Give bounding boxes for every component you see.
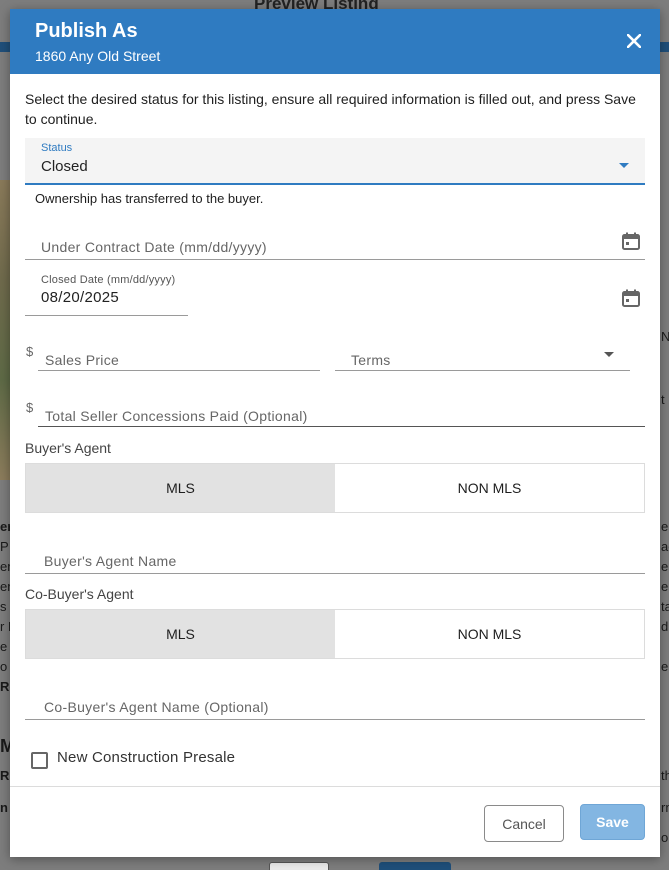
save-button[interactable]: Save [580,804,645,840]
background-text: e [661,559,669,574]
background-text: e [661,659,669,674]
background-button [379,862,451,870]
status-value: Closed [41,158,88,175]
terms-select[interactable]: Terms [335,336,630,371]
sales-price-input[interactable]: Sales Price [38,336,320,371]
background-text: R [0,768,10,783]
background-text: o [0,659,8,674]
buyers-agent-name-input[interactable]: Buyer's Agent Name [25,539,645,574]
terms-placeholder: Terms [351,352,391,368]
buyers-agent-toggle: MLS NON MLS [25,463,645,513]
background-text: d [661,619,669,634]
chevron-down-icon [604,352,614,357]
dialog-instructions: Select the desired status for this listi… [25,91,636,127]
closed-date-label: Closed Date (mm/dd/yyyy) [41,274,176,286]
closed-date-value: 08/20/2025 [41,289,120,306]
dialog-header: Publish As 1860 Any Old Street [10,9,660,74]
background-text: th [661,768,669,783]
co-buyers-agent-name-placeholder: Co-Buyer's Agent Name (Optional) [44,699,269,715]
background-text: er [661,519,669,534]
background-text: ac [661,539,669,554]
background-text: P [0,539,9,554]
close-icon [626,33,642,49]
footer-divider [10,786,660,787]
currency-symbol: $ [26,400,34,415]
background-text: N [661,329,669,344]
sales-price-placeholder: Sales Price [45,352,120,368]
close-button[interactable] [622,29,646,53]
co-buyers-agent-toggle: MLS NON MLS [25,609,645,659]
buyers-agent-name-placeholder: Buyer's Agent Name [44,553,177,569]
status-select[interactable]: Status Closed [25,138,645,185]
co-buyers-agent-non-mls-option[interactable]: NON MLS [335,610,644,658]
buyers-agent-non-mls-option[interactable]: NON MLS [335,464,644,512]
cancel-button[interactable]: Cancel [484,805,564,842]
seller-concessions-input[interactable]: Total Seller Concessions Paid (Optional) [38,392,645,427]
publish-as-dialog: Publish As 1860 Any Old Street Select th… [10,9,660,857]
status-label: Status [41,142,73,154]
buyers-agent-label: Buyer's Agent [25,440,111,456]
status-helper-text: Ownership has transferred to the buyer. [35,191,264,206]
dialog-subtitle: 1860 Any Old Street [35,48,161,64]
dialog-title: Publish As [35,20,138,42]
calendar-icon[interactable] [621,231,641,251]
background-text: ol [661,830,669,845]
new-construction-checkbox[interactable] [31,752,48,769]
co-buyers-agent-label: Co-Buyer's Agent [25,586,134,602]
seller-concessions-placeholder: Total Seller Concessions Paid (Optional) [45,408,308,424]
currency-symbol: $ [26,344,34,359]
calendar-icon[interactable] [621,288,641,308]
background-text: t [661,392,665,407]
under-contract-date-placeholder: Under Contract Date (mm/dd/yyyy) [41,239,267,255]
buyers-agent-mls-option[interactable]: MLS [26,464,335,512]
closed-date-input[interactable]: Closed Date (mm/dd/yyyy) 08/20/2025 [25,274,188,316]
background-text: n [0,800,8,815]
background-text: ta [661,599,669,614]
co-buyers-agent-name-input[interactable]: Co-Buyer's Agent Name (Optional) [25,685,645,720]
background-button [269,862,329,870]
chevron-down-icon [619,163,629,168]
new-construction-label[interactable]: New Construction Presale [57,749,235,766]
background-text: e [661,579,669,594]
background-text: rm [661,800,669,815]
co-buyers-agent-mls-option[interactable]: MLS [26,610,335,658]
under-contract-date-input[interactable]: Under Contract Date (mm/dd/yyyy) [25,224,645,260]
